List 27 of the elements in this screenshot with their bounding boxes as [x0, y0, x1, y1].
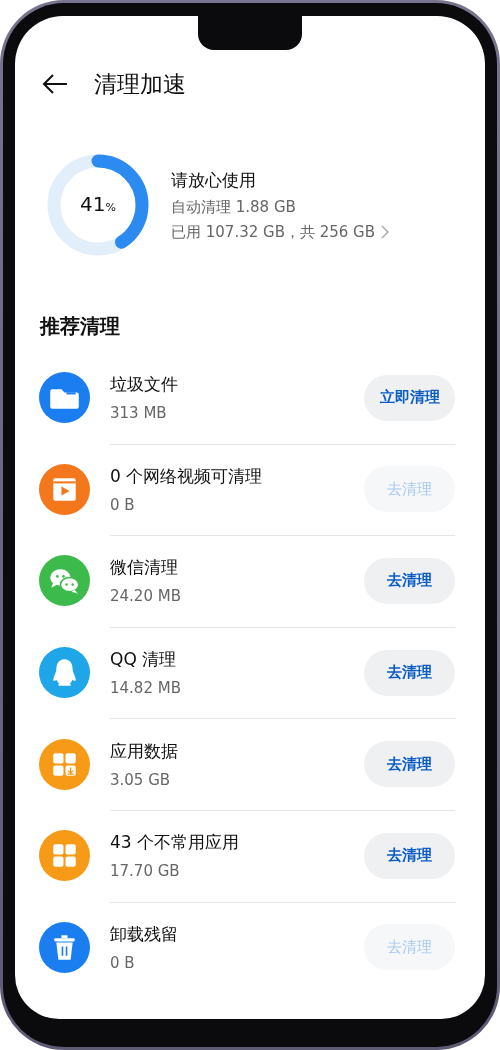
clean-button[interactable]: 去清理: [364, 558, 455, 604]
storage-usage-link[interactable]: 已用 107.32 GB，共 256 GB: [171, 222, 376, 242]
item-size: 313 MB: [110, 404, 168, 423]
item-title: 43 个不常用应用: [110, 831, 241, 855]
item-size: 3.05 GB: [110, 770, 172, 789]
auto-clean-text: 自动清理 1.88 GB: [171, 197, 297, 217]
status-text: 请放心使用: [171, 168, 257, 192]
clean-button[interactable]: 去清理: [364, 832, 455, 879]
item-title: 垃圾文件: [110, 373, 179, 397]
item-size: 24.20 MB: [110, 587, 182, 606]
section-title: 推荐清理: [40, 313, 121, 340]
clean-button[interactable]: 去清理: [364, 649, 455, 696]
item-title: 应用数据: [110, 739, 179, 763]
item-size: 0 B: [110, 495, 136, 514]
item-title: 微信清理: [110, 556, 179, 580]
percent-unit: %: [105, 201, 116, 214]
clean-button[interactable]: 立即清理: [364, 374, 455, 421]
clean-button[interactable]: 去清理: [364, 741, 455, 788]
percent-value: 41: [80, 192, 106, 216]
page-title: 清理加速: [94, 69, 186, 99]
item-title: QQ 清理: [110, 648, 178, 672]
item-size: 17.70 GB: [110, 862, 181, 881]
item-size: 0 B: [110, 953, 136, 972]
item-title: 0 个网络视频可清理: [110, 464, 264, 488]
item-title: 卸载残留: [110, 922, 179, 946]
item-size: 14.82 MB: [110, 679, 182, 698]
back-icon[interactable]: [42, 73, 68, 95]
